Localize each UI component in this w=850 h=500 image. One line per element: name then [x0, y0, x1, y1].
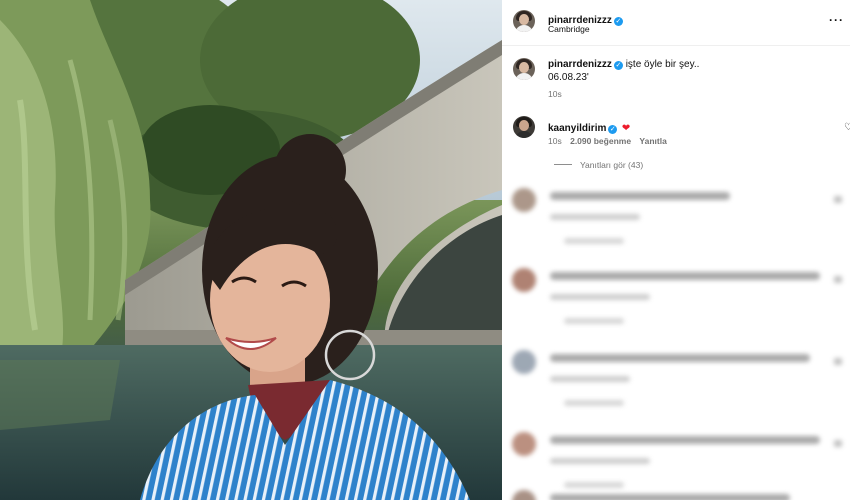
post-header: pinarrdenizzz ✓ Cambridge ···	[502, 0, 850, 46]
comment-line: kaanyildirim ✓ ❤	[548, 118, 630, 136]
view-replies-label: Yanıtları gör (43)	[580, 160, 644, 170]
more-horizontal-icon[interactable]: ···	[829, 13, 844, 27]
view-replies-button[interactable]: Yanıtları gör (43)	[554, 160, 643, 170]
heart-emoji-icon: ❤	[621, 123, 631, 134]
post-sidebar: pinarrdenizzz ✓ Cambridge ··· pinarrdeniz…	[502, 0, 850, 500]
like-heart-outline-icon[interactable]: ♡	[844, 122, 850, 133]
comment-author-username[interactable]: kaanyildirim	[548, 123, 606, 134]
post-location[interactable]: Cambridge	[548, 24, 590, 34]
comment-time[interactable]: 10s	[548, 136, 562, 146]
author-avatar[interactable]	[513, 10, 535, 32]
caption-date: 06.08.23'	[548, 72, 589, 83]
verified-badge-icon: ✓	[613, 61, 623, 70]
caption-author-avatar[interactable]	[513, 58, 535, 80]
comment-author-avatar[interactable]	[513, 116, 535, 138]
verified-badge-icon: ✓	[613, 17, 623, 26]
caption-author-username[interactable]: pinarrdenizzz	[548, 59, 612, 70]
divider-line	[554, 164, 572, 165]
comment-likes[interactable]: 2.090 beğenme	[570, 136, 631, 146]
post-photo	[0, 0, 502, 500]
blurred-comments	[502, 178, 850, 500]
caption-line: pinarrdenizzz ✓ işte öyle bir şey..	[548, 59, 699, 70]
caption-text: işte öyle bir şey..	[625, 59, 700, 70]
reply-button[interactable]: Yanıtla	[639, 136, 666, 146]
comment-meta: 10s 2.090 beğenme Yanıtla	[548, 136, 667, 146]
verified-badge-icon: ✓	[608, 125, 618, 134]
caption-time[interactable]: 10s	[548, 89, 562, 99]
photo-illustration	[0, 0, 502, 500]
